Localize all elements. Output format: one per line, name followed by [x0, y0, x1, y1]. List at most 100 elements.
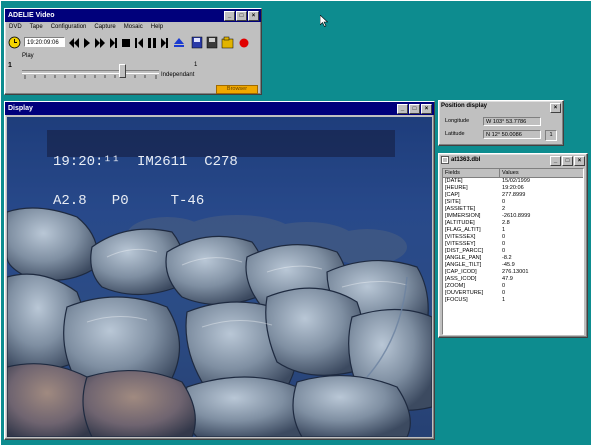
field-cell: [ANGLE_TILT] [445, 262, 482, 268]
column-header-values[interactable]: Values [500, 169, 583, 177]
data-table: Fields Values [DATE] 15/02/1999 [HEURE] 19:… [442, 168, 584, 335]
disk-save-icon[interactable] [206, 36, 218, 49]
menu-dvd[interactable]: DVD [9, 22, 22, 32]
timecode-field[interactable]: 19:20:09:06 [24, 37, 65, 47]
table-row[interactable]: [CAP_ICOD] 276.13001 [443, 269, 583, 276]
position-slider[interactable] [22, 63, 159, 81]
independant-option[interactable]: Independant [161, 72, 194, 78]
table-row[interactable]: [VITESSEY] 0 [443, 241, 583, 248]
field-cell: [DATE] [445, 178, 463, 184]
table-row[interactable]: [IMMERSION] -2610.8999 [443, 213, 583, 220]
column-header-fields[interactable]: Fields [443, 169, 500, 177]
field-cell: [ZOOM] [445, 283, 465, 289]
menu-bar: DVD Tape Configuration Capture Mosaic He… [5, 22, 261, 32]
close-button[interactable]: × [574, 156, 585, 166]
table-row[interactable]: [OUVERTURE] 0 [443, 290, 583, 297]
table-row[interactable]: [HEURE] 19:20:06 [443, 185, 583, 192]
transport-buttons [69, 36, 249, 49]
table-row[interactable]: [ALTITUDE] 2.8 [443, 220, 583, 227]
menu-tape[interactable]: Tape [30, 22, 43, 32]
table-row[interactable]: [DATE] 15/02/1999 [443, 178, 583, 185]
value-cell: 0 [502, 290, 506, 296]
field-cell: [VITESSEX] [445, 234, 476, 240]
field-cell: [CAP] [445, 192, 460, 198]
title-bar[interactable]: at1363.dbl _ □ × [439, 154, 587, 166]
value-cell: 0 [502, 248, 506, 254]
table-row[interactable]: [ASS_ICOD] 47.9 [443, 276, 583, 283]
browser-button[interactable]: Browser [216, 85, 258, 94]
table-row[interactable]: [SITE] 0 [443, 199, 583, 206]
eject-icon[interactable] [174, 38, 184, 47]
transport-toolbar: 19:20:09:06 [8, 36, 258, 50]
slider-track [22, 70, 159, 74]
title-bar[interactable]: Display _ □ × [5, 102, 434, 115]
title-bar[interactable]: ADELIE Video _ □ × [5, 9, 261, 22]
close-button[interactable]: × [421, 104, 432, 114]
table-row[interactable]: [ZOOM] 0 [443, 283, 583, 290]
longitude-field: W 103° 53.7786 [483, 117, 541, 126]
slider-thumb[interactable] [119, 64, 126, 78]
field-cell: [IMMERSION] [445, 213, 481, 219]
minimize-button[interactable]: _ [550, 156, 561, 166]
folder-icon[interactable] [221, 36, 234, 49]
close-button[interactable]: × [248, 11, 259, 21]
video-frame: 19:20:¹¹ IM2611 C278 A2.8 P0 T-46 [7, 117, 432, 437]
minimize-button[interactable]: _ [224, 11, 235, 21]
table-row[interactable]: [ASSIETTE] 2 [443, 206, 583, 213]
adelie-video-window: ADELIE Video _ □ × DVD Tape Configuratio… [4, 8, 262, 95]
title-bar[interactable]: Position display × [439, 101, 563, 113]
field-cell: [OUVERTURE] [445, 290, 484, 296]
stop-icon[interactable] [122, 39, 130, 47]
maximize-button[interactable]: □ [409, 104, 420, 114]
value-cell: 277.8999 [502, 192, 526, 198]
clock-icon[interactable] [8, 36, 21, 49]
table-row[interactable]: [DIST_PARCC] 0 [443, 248, 583, 255]
slider-right-value: 1 [194, 62, 198, 68]
longitude-label: Longitude [445, 118, 470, 124]
disk-blue-icon[interactable] [191, 36, 203, 49]
table-row[interactable]: [ANGLE_TILT] -45.9 [443, 262, 583, 269]
document-icon [441, 156, 449, 164]
table-body: [DATE] 15/02/1999 [HEURE] 19:20:06 [CAP] 277.… [443, 178, 583, 304]
field-cell: [ALTITUDE] [445, 220, 475, 226]
maximize-button[interactable]: □ [236, 11, 247, 21]
close-button[interactable]: × [550, 103, 561, 113]
slider-ticks [24, 75, 157, 79]
side-indicator[interactable]: 1 [545, 130, 557, 141]
field-cell: [ASS_ICOD] [445, 276, 477, 282]
fast-forward-icon[interactable] [95, 38, 105, 48]
window-title: Position display [441, 103, 488, 109]
play-icon[interactable] [84, 38, 90, 48]
minimize-button[interactable]: _ [397, 104, 408, 114]
table-row[interactable]: [FLAG_ALTIT] 1 [443, 227, 583, 234]
menu-help[interactable]: Help [151, 22, 163, 32]
field-cell: [FLAG_ALTIT] [445, 227, 481, 233]
field-cell: [ANGLE_PAN] [445, 255, 482, 261]
menu-capture[interactable]: Capture [94, 22, 115, 32]
window-title: at1363.dbl [451, 157, 481, 163]
value-cell: 0 [502, 283, 506, 289]
pause-icon[interactable] [148, 38, 156, 48]
next-icon[interactable] [161, 38, 168, 48]
maximize-button[interactable]: □ [562, 156, 573, 166]
table-row[interactable]: [VITESSEX] 0 [443, 234, 583, 241]
menu-configuration[interactable]: Configuration [51, 22, 87, 32]
value-cell: -8.2 [502, 255, 512, 261]
value-cell: 1 [502, 227, 506, 233]
menu-mosaic[interactable]: Mosaic [124, 22, 143, 32]
fast-rewind-icon[interactable] [69, 38, 79, 48]
position-display-window: Position display × Longitude W 103° 53.7… [438, 100, 564, 146]
overlay-line-2: A2.8 P0 T-46 [53, 193, 205, 209]
record-icon[interactable] [239, 38, 249, 48]
table-row[interactable]: [CAP] 277.8999 [443, 192, 583, 199]
value-cell: 2 [502, 206, 506, 212]
window-title: ADELIE Video [8, 12, 55, 19]
table-row[interactable]: [ANGLE_PAN] -8.2 [443, 255, 583, 262]
previous-icon[interactable] [135, 38, 143, 48]
table-row[interactable]: [FOCUS] 1 [443, 297, 583, 304]
desktop: ADELIE Video _ □ × DVD Tape Configuratio… [1, 1, 591, 445]
field-cell: [DIST_PARCC] [445, 248, 484, 254]
latitude-label: Latitude [445, 131, 465, 137]
step-forward-icon[interactable] [110, 38, 117, 48]
value-cell: -45.9 [502, 262, 515, 268]
